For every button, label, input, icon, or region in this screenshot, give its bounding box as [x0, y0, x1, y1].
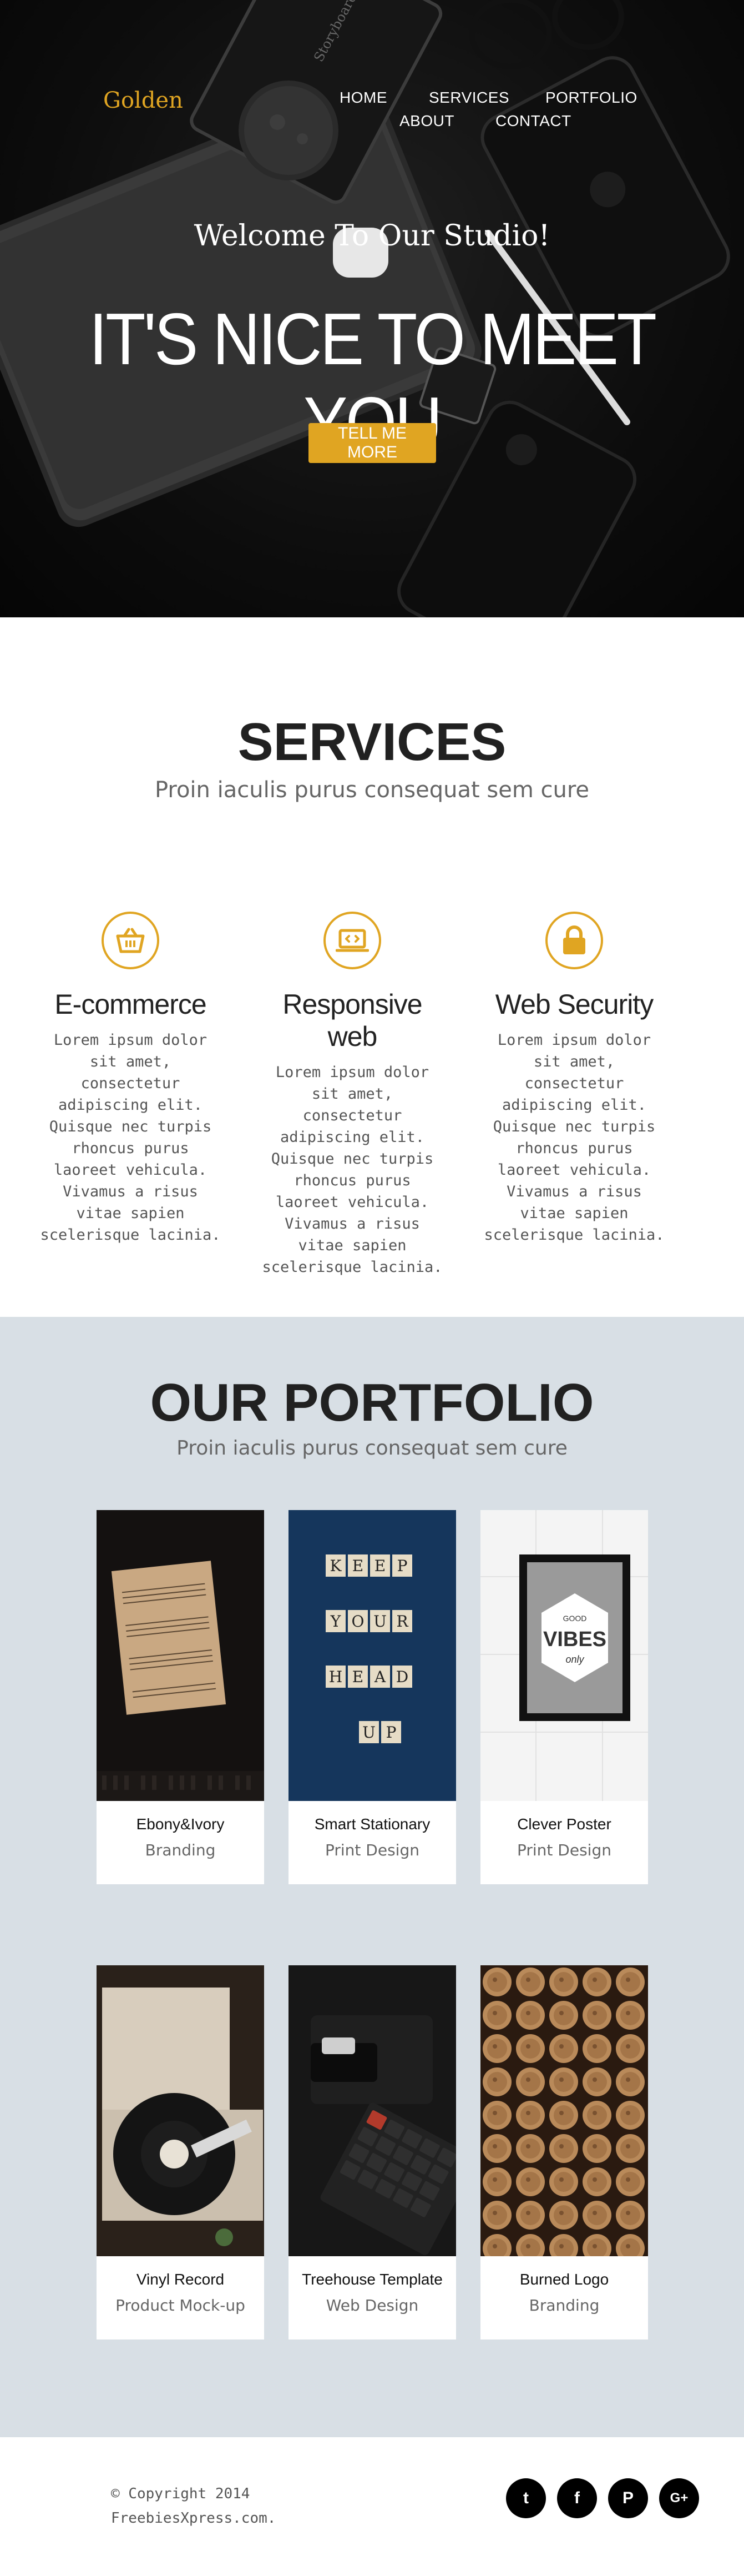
portfolio-section: OUR PORTFOLIO Proin iaculis purus conseq… — [0, 1317, 744, 2437]
services-section: SERVICES Proin iaculis purus consequat s… — [0, 617, 744, 1317]
scrabble-tile: E — [352, 1668, 363, 1686]
hero-welcome-text: Welcome To Our Studio! — [194, 219, 550, 253]
lock-icon — [545, 912, 603, 969]
portfolio-card[interactable]: Ebony&Ivory Branding — [97, 1510, 264, 1884]
scrabble-tile: K — [330, 1557, 342, 1575]
portfolio-card-category: Branding — [145, 1841, 216, 1859]
portfolio-card-title: Vinyl Record — [136, 2271, 225, 2288]
service-description: Lorem ipsum dolor sit amet, consectetur … — [484, 1032, 665, 1244]
brand-logo[interactable]: Golden — [103, 88, 183, 113]
service-title: Responsive web — [282, 989, 422, 1052]
copyright: © Copyright 2014 FreebiesXpress.com. — [111, 2482, 276, 2530]
scrabble-tile: D — [396, 1668, 408, 1686]
portfolio-image — [97, 1510, 264, 1801]
service-title: E-commerce — [54, 989, 206, 1020]
service-item-security: Web Security Lorem ipsum dolor sit amet,… — [483, 912, 666, 1246]
service-item-ecommerce: E-commerce Lorem ipsum dolor sit amet, c… — [39, 912, 222, 1246]
portfolio-card[interactable]: KEEP YOUR HEAD UP Smart Stationary Print… — [289, 1510, 456, 1884]
portfolio-image — [480, 1965, 648, 2256]
portfolio-card-title: Burned Logo — [519, 2271, 609, 2288]
nav-home-link[interactable]: HOME — [340, 89, 387, 107]
scrabble-tile: U — [373, 1612, 387, 1631]
portfolio-card-category: Print Design — [325, 1841, 419, 1859]
portfolio-subtitle: Proin iaculis purus consequat sem cure — [176, 1437, 568, 1460]
portfolio-card[interactable]: Burned Logo Branding — [480, 1965, 648, 2339]
scrabble-tile: E — [374, 1557, 386, 1575]
portfolio-card-title: Ebony&Ivory — [136, 1815, 225, 1833]
scrabble-tile: P — [386, 1723, 397, 1742]
scrabble-tile: U — [362, 1723, 376, 1742]
portfolio-card[interactable]: Treehouse Template Web Design — [289, 1965, 456, 2339]
service-description: Lorem ipsum dolor sit amet, consectetur … — [40, 1032, 221, 1244]
portfolio-card-title: Clever Poster — [517, 1815, 611, 1833]
service-description: Lorem ipsum dolor sit amet, consectetur … — [262, 1064, 443, 1276]
twitter-icon[interactable]: t — [506, 2478, 546, 2518]
service-title: Web Security — [495, 989, 654, 1020]
tell-me-more-button[interactable]: TELL ME MORE — [308, 423, 436, 463]
portfolio-card-category: Print Design — [517, 1841, 611, 1859]
poster-line: only — [565, 1654, 584, 1665]
hero-section: Storyboard Golden HOME SERVICES PORTFOLI… — [0, 0, 744, 617]
google-plus-icon[interactable]: G+ — [659, 2478, 699, 2518]
portfolio-card-category: Product Mock-up — [115, 2296, 245, 2315]
scrabble-tile: E — [352, 1557, 363, 1575]
portfolio-image — [289, 1965, 456, 2256]
basket-icon — [102, 912, 159, 969]
scrabble-tile: O — [352, 1612, 365, 1631]
scrabble-tile: Y — [330, 1612, 341, 1631]
poster-line: GOOD — [563, 1614, 587, 1623]
nav-services-link[interactable]: SERVICES — [429, 89, 509, 107]
scrabble-tile: H — [329, 1668, 342, 1686]
copyright-site-link[interactable]: FreebiesXpress.com. — [111, 2506, 276, 2530]
laptop-code-icon — [323, 912, 381, 969]
portfolio-card[interactable]: Vinyl Record Product Mock-up — [97, 1965, 264, 2339]
nav-portfolio-link[interactable]: PORTFOLIO — [545, 89, 637, 107]
portfolio-card-title: Treehouse Template — [302, 2271, 443, 2288]
nav-contact-link[interactable]: CONTACT — [495, 112, 571, 130]
nav-about-link[interactable]: ABOUT — [399, 112, 454, 130]
portfolio-card-title: Smart Stationary — [314, 1815, 431, 1833]
portfolio-image: KEEP YOUR HEAD UP — [289, 1510, 456, 1801]
portfolio-title: OUR PORTFOLIO — [150, 1373, 594, 1432]
scrabble-tile: R — [396, 1612, 408, 1631]
portfolio-image — [97, 1965, 264, 2256]
portfolio-card-category: Branding — [529, 2296, 600, 2315]
scrabble-tile: P — [397, 1557, 408, 1575]
pinterest-icon[interactable]: P — [608, 2478, 648, 2518]
facebook-icon[interactable]: f — [557, 2478, 597, 2518]
services-subtitle: Proin iaculis purus consequat sem cure — [154, 777, 590, 803]
service-item-responsive: Responsive web Lorem ipsum dolor sit ame… — [261, 912, 444, 1278]
portfolio-card-category: Web Design — [326, 2296, 419, 2315]
scrabble-tile: A — [374, 1668, 386, 1686]
services-title: SERVICES — [237, 712, 507, 772]
footer: © Copyright 2014 FreebiesXpress.com. t f… — [0, 2437, 744, 2576]
portfolio-card[interactable]: GOOD VIBES only Clever Poster Print Desi… — [480, 1510, 648, 1884]
portfolio-image: GOOD VIBES only — [480, 1510, 648, 1801]
poster-line: VIBES — [543, 1628, 606, 1651]
copyright-line: © Copyright 2014 — [111, 2486, 250, 2502]
